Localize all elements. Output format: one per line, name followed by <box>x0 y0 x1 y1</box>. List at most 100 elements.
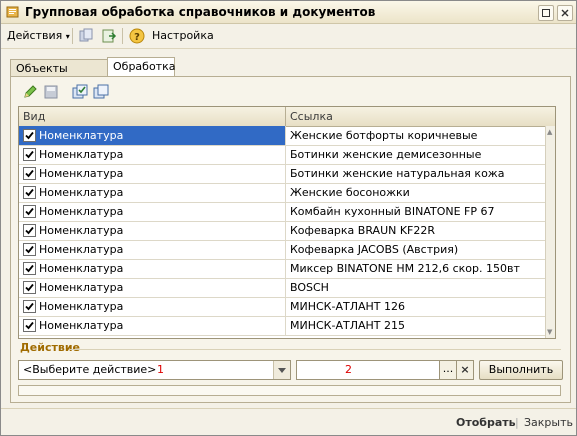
close-window-button[interactable] <box>557 5 573 21</box>
row-kind: Номенклатура <box>39 167 124 180</box>
row-ref: Комбайн кухонный BINATONE FP 67 <box>290 205 495 218</box>
scroll-up-icon[interactable]: ▲ <box>547 128 552 136</box>
clear-button[interactable]: × <box>456 360 474 380</box>
footer-separator: | <box>515 416 519 429</box>
row-kind: Номенклатура <box>39 224 124 237</box>
maximize-button[interactable] <box>538 5 554 21</box>
annotation-marker-1: 1 <box>157 363 164 376</box>
table-row[interactable]: Номенклатура Женские ботфорты коричневые <box>19 126 545 146</box>
cell-kind: Номенклатура <box>19 240 285 259</box>
close-button[interactable]: Закрыть <box>524 415 573 431</box>
checkmark-icon <box>25 169 34 178</box>
row-kind: Номенклатура <box>39 319 124 332</box>
window-title: Групповая обработка справочников и докум… <box>25 5 376 19</box>
row-checkbox[interactable] <box>23 167 36 180</box>
dropdown-arrow-icon[interactable] <box>273 361 290 379</box>
section-divider <box>69 349 561 350</box>
progress-bar <box>18 385 561 396</box>
run-button[interactable]: Выполнить <box>479 360 563 380</box>
row-checkbox[interactable] <box>23 300 36 313</box>
row-ref: Миксер BINATONE HM 212,6 скор. 150вт <box>290 262 520 275</box>
scroll-down-icon[interactable]: ▼ <box>547 328 552 336</box>
column-divider <box>285 202 286 221</box>
row-checkbox[interactable] <box>23 148 36 161</box>
choose-button[interactable]: ... <box>439 360 457 380</box>
table-row[interactable]: Номенклатура Миксер BINATONE HM 212,6 ско… <box>19 259 545 279</box>
row-checkbox[interactable] <box>23 205 36 218</box>
toolbar-separator <box>122 28 123 44</box>
row-ref: Ботинки женские демисезонные <box>290 148 482 161</box>
row-checkbox[interactable] <box>23 186 36 199</box>
window: Групповая обработка справочников и докум… <box>0 0 577 436</box>
column-divider <box>285 240 286 259</box>
actions-menu-label: Действия <box>7 29 63 42</box>
svg-text:?: ? <box>134 32 140 43</box>
cell-kind: Номенклатура <box>19 316 285 335</box>
row-kind: Номенклатура <box>39 300 124 313</box>
tab-processing[interactable]: Обработка <box>107 57 175 78</box>
column-divider <box>285 164 286 183</box>
cell-kind: Номенклатура <box>19 278 285 297</box>
table-row[interactable]: Номенклатура Комбайн кухонный BINATONE FP… <box>19 202 545 222</box>
table-row[interactable]: Номенклатура BOSCH <box>19 278 545 298</box>
app-icon <box>6 5 20 19</box>
edit-icon[interactable] <box>22 84 38 100</box>
table-row[interactable]: Номенклатура Женские босоножки <box>19 183 545 203</box>
row-checkbox[interactable] <box>23 281 36 294</box>
row-ref: Кофеварка BRAUN KF22R <box>290 224 436 237</box>
checkmark-icon <box>25 245 34 254</box>
checkmark-icon <box>25 226 34 235</box>
column-divider <box>285 278 286 297</box>
cell-kind: Номенклатура <box>19 126 285 145</box>
actions-menu[interactable]: Действия ▾ <box>7 28 70 44</box>
table-row[interactable]: Номенклатура МИНСК-АТЛАНТ 215 <box>19 316 545 336</box>
row-checkbox[interactable] <box>23 224 36 237</box>
row-checkbox[interactable] <box>23 129 36 142</box>
cell-kind: Номенклатура <box>19 145 285 164</box>
table-row[interactable]: Номенклатура МИНСК-АТЛАНТ 126 <box>19 297 545 317</box>
column-divider <box>285 316 286 335</box>
column-divider <box>285 297 286 316</box>
toolbar-separator <box>72 28 73 44</box>
action-select-value: <Выберите действие> <box>23 363 157 376</box>
table-header: Вид Ссылка <box>19 107 555 127</box>
action-section-label: Действие <box>20 341 80 354</box>
row-ref: BOSCH <box>290 281 329 294</box>
row-ref: Женские босоножки <box>290 186 410 199</box>
export-icon[interactable] <box>101 28 117 44</box>
row-ref: МИНСК-АТЛАНТ 126 <box>290 300 405 313</box>
row-ref: МИНСК-АТЛАНТ 215 <box>290 319 405 332</box>
select-all-icon[interactable] <box>72 84 88 100</box>
checkmark-icon <box>25 131 34 140</box>
table-row[interactable]: Номенклатура Ботинки женские демисезонные <box>19 145 545 165</box>
checkmark-icon <box>25 264 34 273</box>
row-checkbox[interactable] <box>23 319 36 332</box>
table-row[interactable]: Номенклатура Ботинки женские натуральная … <box>19 164 545 184</box>
select-button[interactable]: Отобрать <box>456 415 516 431</box>
checkmark-icon <box>25 188 34 197</box>
column-header-kind[interactable]: Вид <box>19 107 285 126</box>
table-scrollbar[interactable]: ▲ ▼ <box>545 126 555 338</box>
save-icon[interactable] <box>43 84 59 100</box>
tab-selection-objects[interactable]: Объекты отбора <box>10 59 108 92</box>
row-checkbox[interactable] <box>23 243 36 256</box>
deselect-all-icon[interactable] <box>93 84 109 100</box>
objects-table: Вид Ссылка Номенклатура Женские ботфорты … <box>18 106 556 339</box>
column-header-ref[interactable]: Ссылка <box>286 107 545 126</box>
help-icon[interactable]: ? <box>129 28 145 44</box>
row-kind: Номенклатура <box>39 129 124 142</box>
column-divider <box>285 259 286 278</box>
row-kind: Номенклатура <box>39 205 124 218</box>
cell-kind: Номенклатура <box>19 297 285 316</box>
column-divider <box>285 145 286 164</box>
cell-kind: Номенклатура <box>19 259 285 278</box>
action-parameter-field[interactable]: 2 <box>296 360 440 380</box>
copy-icon[interactable] <box>78 28 94 44</box>
main-toolbar: Действия ▾ ? Настройка <box>1 24 576 49</box>
settings-button[interactable]: Настройка <box>152 28 214 44</box>
table-row[interactable]: Номенклатура Кофеварка JACOBS (Австрия) <box>19 240 545 260</box>
action-select[interactable]: <Выберите действие> 1 <box>18 360 291 380</box>
table-row[interactable]: Номенклатура Кофеварка BRAUN KF22R <box>19 221 545 241</box>
row-kind: Номенклатура <box>39 186 124 199</box>
row-checkbox[interactable] <box>23 262 36 275</box>
